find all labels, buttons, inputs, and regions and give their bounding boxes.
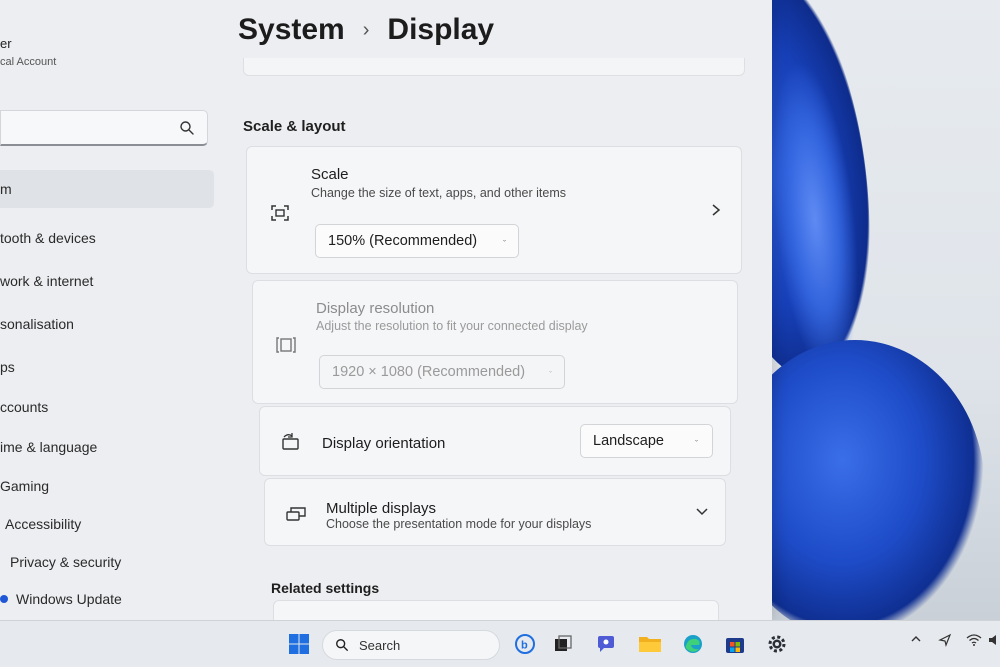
sidebar-item-label: Windows Update (16, 591, 122, 607)
volume-icon[interactable] (988, 633, 1000, 650)
chat-icon (598, 636, 614, 652)
sidebar-item-time-language[interactable]: ime & language (0, 428, 214, 466)
breadcrumb: System › Display (238, 8, 494, 52)
windows-update-icon (0, 595, 8, 603)
sidebar-item-bluetooth[interactable]: tooth & devices (0, 219, 214, 257)
sidebar-item-accounts[interactable]: ccounts (0, 388, 214, 426)
bing-icon: b (515, 634, 535, 654)
orientation-title: Display orientation (322, 435, 446, 452)
settings-button[interactable] (762, 629, 792, 659)
sidebar-item-personalisation[interactable]: sonalisation (0, 305, 214, 343)
orientation-icon (282, 433, 299, 450)
account-type: cal Account (0, 56, 57, 68)
store-button[interactable] (720, 629, 750, 659)
sidebar-item-label: ccounts (0, 399, 49, 415)
svg-text:b: b (521, 640, 528, 652)
sidebar-item-system[interactable]: m (0, 170, 214, 208)
multiple-displays-subtitle: Choose the presentation mode for your di… (326, 517, 592, 531)
breadcrumb-separator: › (362, 18, 370, 41)
scale-dropdown[interactable]: 150% (Recommended) (315, 224, 519, 258)
sidebar-item-label: ps (0, 359, 15, 375)
chevron-right-icon[interactable] (709, 203, 723, 217)
windows-start-icon (289, 634, 309, 654)
taskbar-search-box[interactable]: Search (322, 630, 500, 660)
sidebar-item-accessibility[interactable]: Accessibility (0, 505, 214, 543)
sidebar-item-apps[interactable]: ps (0, 348, 214, 386)
resolution-subtitle: Adjust the resolution to fit your connec… (316, 319, 588, 333)
scale-title: Scale (311, 166, 349, 183)
settings-icon (768, 635, 786, 653)
wifi-icon[interactable] (966, 633, 982, 650)
scale-icon (271, 205, 289, 221)
wallpaper-bloom-lower (745, 340, 985, 620)
multiple-displays-title: Multiple displays (326, 500, 437, 517)
edge-button[interactable] (678, 629, 708, 659)
settings-window: er cal Account m tooth & devices work & … (0, 0, 772, 620)
sidebar-item-label: ime & language (0, 439, 98, 455)
sidebar-item-label: m (0, 181, 12, 197)
search-icon (180, 121, 194, 135)
resolution-title: Display resolution (316, 300, 435, 317)
chevron-down-icon (503, 239, 506, 242)
search-icon (336, 639, 348, 651)
start-button[interactable] (284, 629, 314, 659)
sidebar-item-label: Privacy & security (10, 554, 122, 570)
desktop-wallpaper (745, 0, 1000, 620)
taskbar: Search b (0, 620, 1000, 667)
sidebar-item-label: Gaming (0, 478, 50, 494)
sidebar-item-label: Accessibility (5, 516, 82, 532)
orientation-dropdown[interactable]: Landscape (580, 424, 713, 458)
file-explorer-button[interactable] (635, 629, 665, 659)
section-title-related-settings: Related settings (271, 580, 380, 596)
display-resolution-card: Display resolution Adjust the resolution… (252, 280, 738, 404)
settings-search-input[interactable] (0, 110, 208, 146)
taskbar-search-label: Search (359, 637, 401, 653)
scale-card[interactable]: Scale Change the size of text, apps, and… (246, 146, 742, 274)
user-name: er (0, 36, 12, 51)
sidebar: er cal Account m tooth & devices work & … (0, 0, 225, 620)
sidebar-item-label: work & internet (0, 273, 94, 289)
breadcrumb-parent[interactable]: System (238, 13, 345, 47)
sidebar-item-label: tooth & devices (0, 230, 96, 246)
chevron-down-icon (549, 370, 552, 373)
sidebar-item-label: sonalisation (0, 316, 74, 332)
page-title: Display (387, 13, 495, 46)
chat-button[interactable] (591, 629, 621, 659)
display-orientation-card: Display orientation Landscape (259, 406, 731, 476)
bing-button[interactable]: b (510, 629, 540, 659)
resolution-value: 1920 × 1080 (Recommended) (332, 364, 526, 380)
scale-value: 150% (Recommended) (328, 233, 478, 249)
resolution-dropdown: 1920 × 1080 (Recommended) (319, 355, 565, 389)
related-settings-card[interactable] (273, 600, 719, 620)
scale-subtitle: Change the size of text, apps, and other… (311, 186, 567, 200)
task-view-icon (555, 635, 572, 651)
location-icon[interactable] (938, 633, 952, 650)
edge-icon (684, 635, 702, 653)
task-view-button[interactable] (548, 629, 578, 659)
sidebar-item-network[interactable]: work & internet (0, 262, 214, 300)
multiple-displays-icon (286, 507, 306, 521)
store-icon (726, 638, 744, 653)
chevron-down-icon[interactable] (695, 505, 709, 519)
sidebar-item-gaming[interactable]: Gaming (0, 467, 214, 505)
chevron-down-icon (695, 439, 698, 442)
multiple-displays-card[interactable]: Multiple displays Choose the presentatio… (264, 478, 726, 546)
resolution-icon (276, 337, 296, 353)
previous-card[interactable] (243, 58, 745, 76)
sidebar-item-privacy-security[interactable]: Privacy & security (0, 543, 214, 581)
tray-overflow-icon[interactable] (910, 633, 922, 648)
section-title-scale-layout: Scale & layout (243, 118, 346, 135)
file-explorer-icon (639, 637, 661, 652)
orientation-value: Landscape (593, 433, 664, 449)
sidebar-item-windows-update[interactable]: Windows Update (0, 580, 214, 618)
